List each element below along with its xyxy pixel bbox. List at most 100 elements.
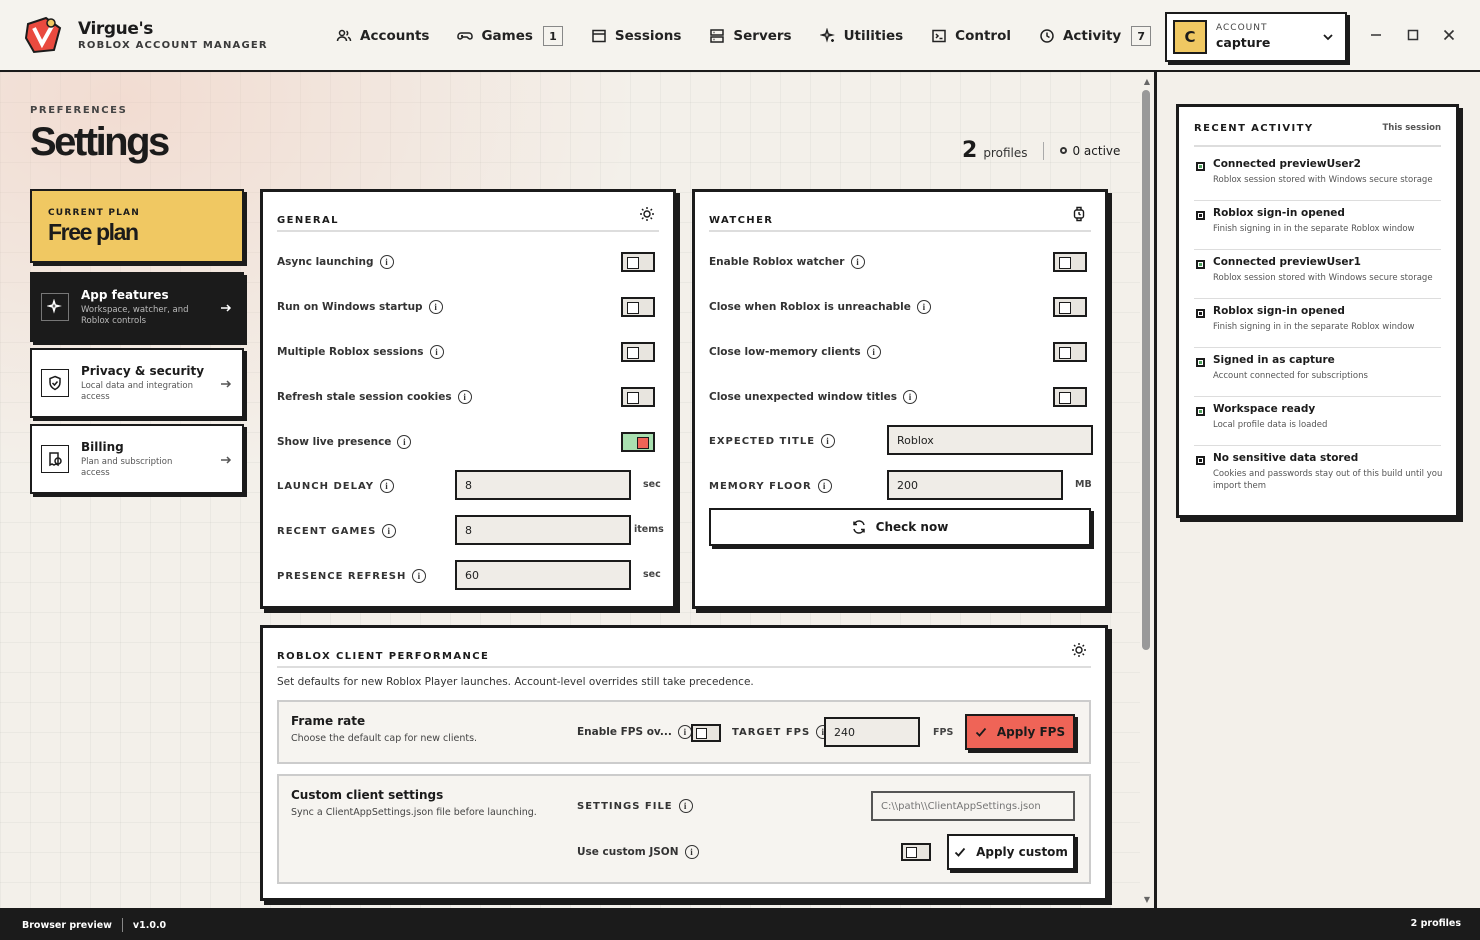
sidebar-item-app-features[interactable]: App features Workspace, watcher, and Rob…: [30, 272, 244, 342]
sidebar-item-privacy[interactable]: Privacy & security Local data and integr…: [30, 348, 244, 418]
status-dot-icon: [1196, 162, 1205, 171]
status-dot-icon: [1196, 211, 1205, 220]
info-icon[interactable]: i: [412, 569, 427, 583]
setting-row: Async launching i: [277, 250, 659, 274]
close-unexpected-titles-toggle[interactable]: [1053, 387, 1087, 407]
activity-pane: RECENT ACTIVITY This session Connected p…: [1157, 72, 1480, 908]
nav-label: Accounts: [360, 28, 430, 44]
settings-file-text: SETTINGS FILE: [577, 800, 673, 812]
games-count-badge: 1: [542, 26, 563, 46]
enable-watcher-toggle[interactable]: [1053, 252, 1087, 272]
expected-title-input[interactable]: [887, 425, 1093, 455]
close-button[interactable]: [1440, 26, 1458, 44]
setting-label: Close low-memory clients i: [709, 345, 881, 359]
chevron-down-icon: [1323, 34, 1333, 41]
recent-games-input[interactable]: [455, 515, 631, 545]
unit-label: MB: [1075, 479, 1092, 490]
settings-file-input[interactable]: [871, 791, 1075, 821]
info-icon[interactable]: i: [382, 524, 397, 538]
run-on-startup-toggle[interactable]: [621, 297, 655, 317]
maximize-button[interactable]: [1404, 26, 1422, 44]
target-fps-input[interactable]: [824, 717, 920, 747]
nav-utilities[interactable]: Utilities: [819, 28, 903, 44]
nav-activity[interactable]: Activity 7: [1039, 26, 1152, 46]
sidebar-item-billing[interactable]: Billing Plan and subscription access: [30, 424, 244, 494]
nav-servers[interactable]: Servers: [709, 28, 792, 44]
setting-label-text: Close when Roblox is unreachable: [709, 301, 911, 313]
sparkle-icon: [819, 28, 835, 43]
setting-row: Close low-memory clients i: [709, 340, 1091, 364]
apply-custom-button[interactable]: Apply custom: [947, 834, 1075, 870]
panel-header: GENERAL: [277, 207, 659, 232]
status-left: Browser preview v1.0.0: [22, 918, 166, 932]
setting-label: LAUNCH DELAY i: [277, 479, 395, 493]
nav-control[interactable]: Control: [931, 28, 1011, 44]
info-icon[interactable]: i: [379, 255, 394, 269]
server-icon: [710, 29, 725, 43]
refresh-cookies-toggle[interactable]: [621, 387, 655, 407]
close-unreachable-toggle[interactable]: [1053, 297, 1087, 317]
panel-title: ROBLOX CLIENT PERFORMANCE: [277, 651, 490, 662]
check-now-label: Check now: [875, 520, 949, 534]
scroll-down-icon[interactable]: ▼: [1143, 896, 1151, 904]
activity-item: Roblox sign-in opened Finish signing in …: [1194, 201, 1441, 250]
scroll-up-icon[interactable]: ▲: [1143, 78, 1151, 86]
setting-label: Run on Windows startup i: [277, 300, 443, 314]
enable-fps-toggle[interactable]: [691, 724, 721, 742]
info-icon[interactable]: i: [866, 345, 881, 359]
info-icon[interactable]: i: [429, 345, 444, 359]
nav-accounts[interactable]: Accounts: [336, 28, 429, 44]
memory-floor-input[interactable]: [887, 470, 1063, 500]
plan-label: CURRENT PLAN: [48, 208, 140, 218]
nav-sessions[interactable]: Sessions: [591, 28, 682, 44]
check-icon: [975, 727, 987, 737]
info-icon[interactable]: i: [903, 390, 918, 404]
version-label: v1.0.0: [132, 919, 167, 931]
info-icon[interactable]: i: [817, 479, 832, 493]
nav-games[interactable]: Games 1: [457, 26, 563, 46]
profiles-count: 2: [962, 138, 978, 163]
info-icon[interactable]: i: [684, 845, 699, 859]
apply-fps-button[interactable]: Apply FPS: [965, 714, 1075, 750]
setting-row: Close unexpected window titles i: [709, 385, 1091, 409]
active-count: 0 active: [1072, 143, 1121, 158]
info-icon[interactable]: i: [397, 435, 412, 449]
info-icon[interactable]: i: [916, 300, 931, 314]
arrow-right-icon: [221, 304, 232, 312]
info-icon[interactable]: i: [821, 434, 836, 448]
setting-label-text: Run on Windows startup: [277, 301, 423, 313]
setting-label-text: PRESENCE REFRESH: [277, 570, 407, 582]
info-icon[interactable]: i: [457, 390, 472, 404]
info-icon[interactable]: i: [428, 300, 443, 314]
enable-fps-text: Enable FPS ov...: [577, 726, 672, 738]
info-icon[interactable]: i: [678, 799, 693, 813]
scrollbar[interactable]: ▲ ▼: [1140, 72, 1154, 908]
activity-item: No sensitive data stored Cookies and pas…: [1194, 446, 1442, 506]
multiple-sessions-toggle[interactable]: [621, 342, 655, 362]
scroll-thumb[interactable]: [1142, 90, 1150, 650]
setting-row: Multiple Roblox sessions i: [277, 340, 659, 364]
check-now-button[interactable]: Check now: [709, 508, 1091, 546]
nav-label: Servers: [733, 28, 792, 44]
info-icon[interactable]: i: [850, 255, 865, 269]
nav-label: Sessions: [614, 28, 682, 44]
minimize-button[interactable]: [1367, 26, 1385, 44]
info-icon[interactable]: i: [380, 479, 395, 493]
watch-icon: [1073, 206, 1085, 222]
recent-activity-card: RECENT ACTIVITY This session Connected p…: [1176, 104, 1459, 518]
live-presence-toggle[interactable]: [621, 432, 655, 452]
account-switcher[interactable]: C ACCOUNT capture: [1165, 12, 1347, 62]
use-custom-json-toggle[interactable]: [901, 843, 931, 861]
sparkle-icon: [41, 293, 69, 321]
close-low-memory-toggle[interactable]: [1053, 342, 1087, 362]
status-dot-icon: [1196, 456, 1205, 465]
activity-title: RECENT ACTIVITY: [1194, 123, 1314, 134]
launch-delay-input[interactable]: [455, 470, 631, 500]
info-icon[interactable]: i: [677, 725, 692, 739]
setting-row: Refresh stale session cookies i: [277, 385, 659, 409]
presence-refresh-input[interactable]: [455, 560, 631, 590]
async-launching-toggle[interactable]: [621, 252, 655, 272]
activity-desc: Roblox session stored with Windows secur…: [1213, 175, 1433, 185]
activity-item: Connected previewUser1 Roblox session st…: [1194, 250, 1441, 299]
sidebar-item-title: Privacy & security: [81, 364, 205, 378]
